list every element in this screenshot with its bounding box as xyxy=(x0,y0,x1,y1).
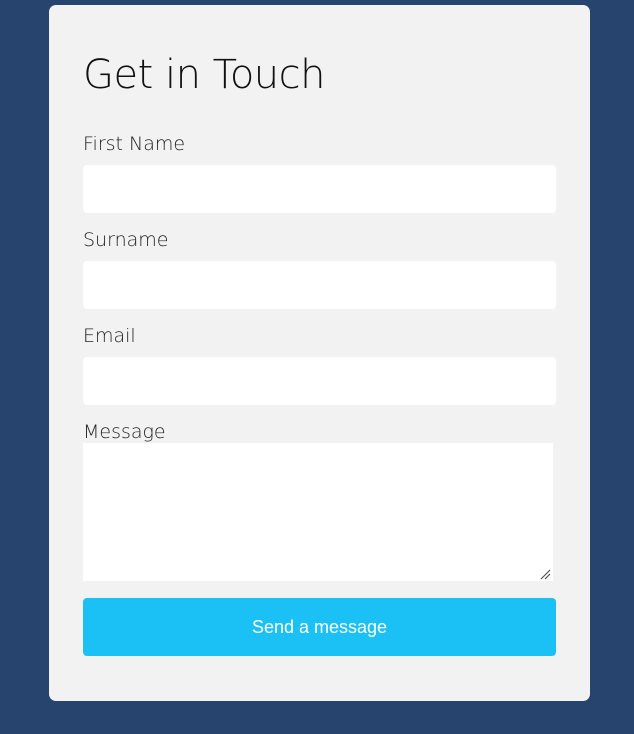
message-textarea[interactable] xyxy=(83,443,553,581)
surname-input[interactable] xyxy=(83,261,556,309)
contact-card: Get in Touch First Name Surname Email Me… xyxy=(49,5,590,701)
first-name-label: First Name xyxy=(83,133,186,155)
surname-label: Surname xyxy=(83,229,169,251)
email-input[interactable] xyxy=(83,357,556,405)
send-message-button[interactable]: Send a message xyxy=(83,598,556,656)
message-label: Message xyxy=(83,421,166,443)
page-title: Get in Touch xyxy=(83,52,326,98)
email-label: Email xyxy=(83,325,136,347)
resize-grip-icon[interactable] xyxy=(539,568,551,580)
first-name-input[interactable] xyxy=(83,165,556,213)
